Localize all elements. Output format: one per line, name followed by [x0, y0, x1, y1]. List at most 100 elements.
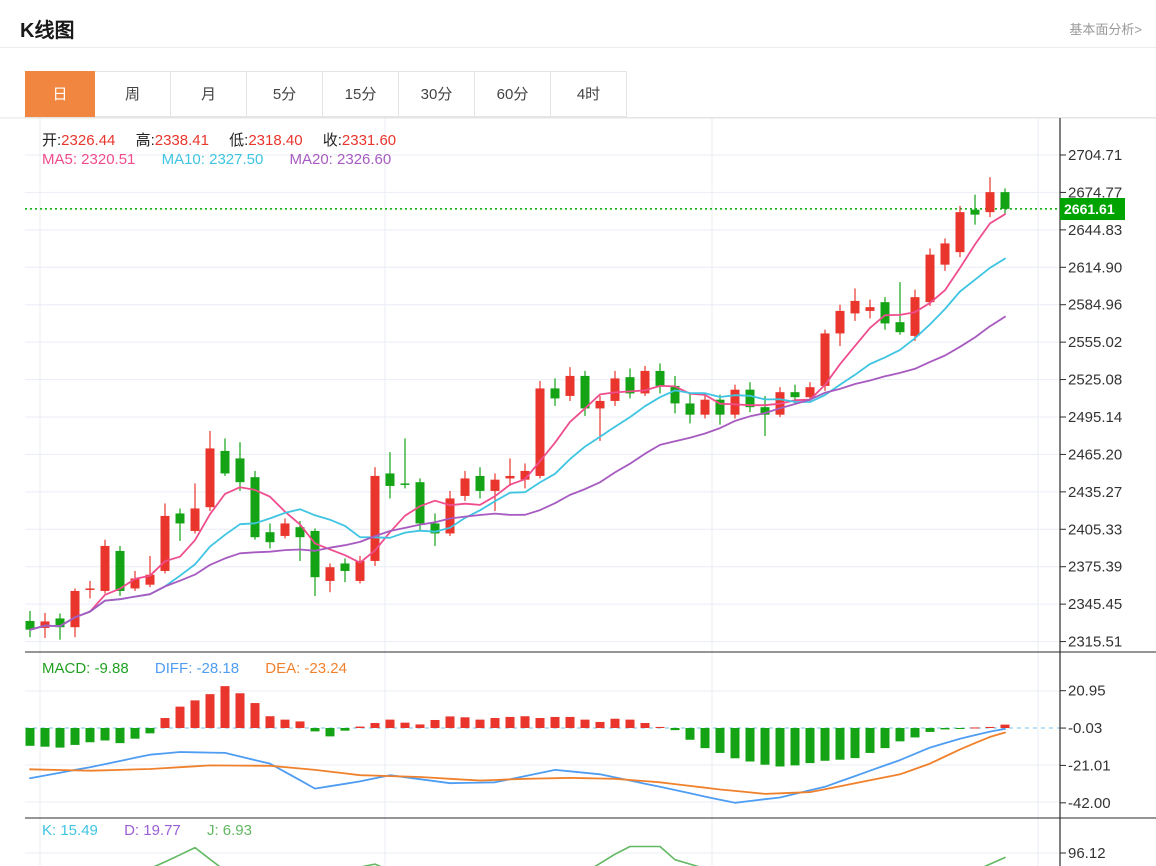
- candle-body: [865, 307, 875, 311]
- current-price-marker: 2661.61: [1060, 198, 1125, 220]
- candle-body: [820, 333, 830, 386]
- macd-bar: [715, 728, 725, 753]
- k-value-legend: K: 15.49: [42, 822, 98, 839]
- ma5-legend: MA5: 2320.51: [42, 151, 136, 168]
- candle-body: [565, 375, 575, 396]
- macd-bar: [670, 728, 680, 731]
- candle-body: [235, 458, 245, 483]
- macd-bar: [655, 726, 665, 728]
- ma5-line: [29, 213, 1006, 631]
- macd-bar: [130, 728, 140, 739]
- axis-tick-label: -42.00: [1068, 795, 1111, 812]
- candle-body: [925, 254, 935, 303]
- macd-bar: [760, 728, 770, 765]
- macd-bar: [970, 727, 980, 729]
- macd-bar: [955, 728, 965, 729]
- macd-bar: [445, 716, 455, 728]
- candle-body: [100, 545, 110, 591]
- macd-bar: [910, 728, 920, 738]
- macd-bar: [610, 718, 620, 728]
- axis-tick-label: 2465.20: [1068, 446, 1122, 463]
- candle-body: [415, 482, 425, 524]
- macd-bar: [730, 728, 740, 759]
- macd-bar: [250, 703, 260, 728]
- macd-bar: [895, 728, 905, 742]
- candle-body: [400, 483, 410, 485]
- d-value-legend: D: 19.77: [124, 822, 181, 839]
- kdj-j-line: [153, 845, 1006, 866]
- macd-bar: [850, 728, 860, 759]
- axis-tick-label: 2555.02: [1068, 334, 1122, 351]
- macd-bar: [1000, 724, 1010, 728]
- macd-bar: [700, 728, 710, 749]
- axis-tick-label: 2644.83: [1068, 222, 1122, 239]
- macd-bar: [775, 728, 785, 767]
- macd-bar: [355, 726, 365, 728]
- macd-bar: [160, 718, 170, 728]
- candle-body: [850, 300, 860, 314]
- candle-body: [610, 378, 620, 401]
- macd-bar: [340, 728, 350, 731]
- candle-body: [355, 560, 365, 581]
- candle-body: [175, 513, 185, 524]
- macd-bar: [175, 706, 185, 728]
- macd-bar: [625, 719, 635, 728]
- candle-body: [220, 450, 230, 474]
- macd-bar: [100, 728, 110, 741]
- candle-body: [790, 392, 800, 398]
- macd-bar: [220, 686, 230, 728]
- close-value: 2331.60: [341, 132, 397, 149]
- open-value: 2326.44: [61, 132, 116, 149]
- axis-tick-label: -0.03: [1068, 720, 1102, 737]
- candle-body: [580, 375, 590, 409]
- axis-tick-label: 2614.90: [1068, 259, 1122, 276]
- ma20-line: [29, 315, 1006, 631]
- macd-legend: MACD: -9.88 DIFF: -28.18 DEA: -23.24: [42, 660, 369, 677]
- macd-bar: [460, 717, 470, 728]
- macd-bar: [85, 728, 95, 743]
- macd-bar: [865, 728, 875, 753]
- axis-tick-label: -21.01: [1068, 757, 1111, 774]
- macd-bar: [115, 728, 125, 744]
- candle-body: [250, 477, 260, 538]
- macd-bar: [265, 716, 275, 728]
- candle-body: [910, 297, 920, 336]
- axis-tick-label: 2315.51: [1068, 634, 1122, 651]
- open-label: 开:: [42, 132, 62, 149]
- macd-bar: [325, 728, 335, 737]
- axis-tick-label: 20.95: [1068, 683, 1106, 700]
- ohlc-legend: 开:2326.44 高:2338.41 低:2318.40 收:2331.60: [42, 129, 412, 150]
- macd-bar: [385, 719, 395, 728]
- dea-value-legend: DEA: -23.24: [265, 660, 347, 677]
- axis-tick-label: 2525.08: [1068, 372, 1122, 389]
- macd-bar: [310, 728, 320, 732]
- ma-legend: MA5: 2320.51 MA10: 2327.50 MA20: 2326.60: [42, 151, 413, 168]
- macd-bar: [520, 716, 530, 728]
- macd-bar: [880, 728, 890, 749]
- candle-body: [895, 322, 905, 333]
- candle-body: [265, 532, 275, 543]
- candle-body: [85, 588, 95, 590]
- axis-tick-label: 2375.39: [1068, 559, 1122, 576]
- macd-bar: [925, 728, 935, 732]
- candle-body: [115, 550, 125, 591]
- ma10-legend: MA10: 2327.50: [161, 151, 264, 168]
- candle-body: [1000, 192, 1010, 209]
- candle-body: [985, 192, 995, 213]
- candle-body: [685, 403, 695, 415]
- kdj-legend: K: 15.49 D: 19.77 J: 6.93: [42, 822, 274, 839]
- macd-bar: [280, 719, 290, 728]
- macd-value-legend: MACD: -9.88: [42, 660, 129, 677]
- candle-body: [310, 530, 320, 578]
- axis-tick-label: 96.12: [1068, 845, 1106, 862]
- candle-body: [700, 399, 710, 415]
- candle-body: [460, 478, 470, 496]
- macd-bar: [685, 728, 695, 740]
- macd-bar: [940, 728, 950, 730]
- macd-bar: [190, 700, 200, 728]
- high-label: 高:: [135, 132, 155, 149]
- high-value: 2338.41: [154, 132, 209, 149]
- macd-bar: [550, 716, 560, 728]
- candle-body: [595, 400, 605, 409]
- candle-body: [205, 448, 215, 508]
